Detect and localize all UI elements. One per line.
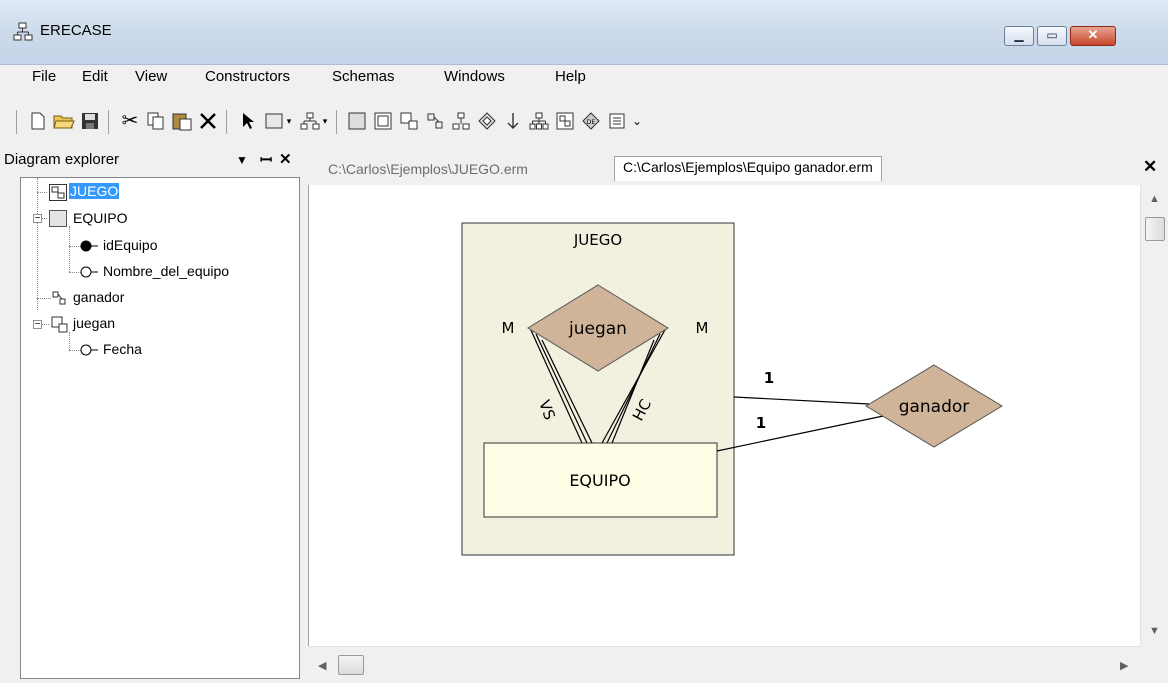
menu-constructors[interactable]: Constructors (205, 68, 290, 85)
relationship-ganador-label: ganador (899, 397, 970, 417)
tree-item-juego[interactable]: JUEGO (69, 183, 120, 199)
close-document-icon[interactable]: ✕ (1143, 157, 1157, 177)
collapse-equipo-icon[interactable]: − (33, 214, 42, 224)
toolbar-separator (226, 110, 227, 134)
menu-help[interactable]: Help (555, 68, 586, 85)
tree-item-ganador[interactable]: ganador (73, 289, 124, 305)
minimize-icon: ▁ (1014, 28, 1024, 42)
hierarchy-tool-dropdown-icon[interactable]: ▾ (319, 110, 331, 132)
connection-equipo-ganador (716, 414, 889, 452)
dropdown-icon[interactable]: ▼ (236, 153, 248, 167)
maximize-button[interactable]: ▭ (1037, 26, 1067, 46)
cut-icon[interactable]: ✂ (118, 110, 142, 132)
tree-item-fecha[interactable]: Fecha (103, 341, 142, 357)
attribute-icon (80, 266, 98, 278)
tree-item-nombre-del-equipo[interactable]: Nombre_del_equipo (103, 263, 229, 279)
save-icon[interactable] (78, 110, 102, 132)
tab-equipo-ganador-erm[interactable]: C:\Carlos\Ejemplos\Equipo ganador.erm (614, 156, 882, 181)
menu-file[interactable]: File (32, 68, 56, 85)
diagram-explorer-tree: − − JUEGO EQUIPO idEquipo Nombre_del_equ… (20, 177, 300, 679)
relationship-icon (52, 291, 66, 305)
relationship-tool-icon[interactable] (397, 110, 421, 132)
explorer-header: Diagram explorer ▼ ꟷ ✕ (0, 148, 300, 174)
toolbar-separator (108, 110, 109, 134)
app-icon (13, 22, 33, 41)
toolbar-grip (16, 110, 17, 134)
connection-juego-ganador (733, 396, 870, 405)
entity-equipo-label: EQUIPO (569, 471, 630, 490)
tree-item-juegan[interactable]: juegan (73, 315, 115, 331)
resize-grip[interactable] (1140, 646, 1168, 683)
copy-icon[interactable] (144, 110, 168, 132)
generalization-tool-icon[interactable] (449, 110, 473, 132)
minimize-button[interactable]: ▁ (1004, 26, 1034, 46)
cardinality-right: M (696, 319, 709, 337)
window-title: ERECASE (40, 22, 112, 39)
menu-view[interactable]: View (135, 68, 167, 85)
vertical-scrollbar[interactable]: ▲ ▼ (1140, 185, 1168, 646)
er-diagram: JUEGO juegan M M VS HC EQUIPO 1 1 ganado… (461, 222, 1003, 556)
diagram-canvas[interactable]: JUEGO juegan M M VS HC EQUIPO 1 1 ganado… (308, 185, 1141, 646)
vertical-scroll-thumb[interactable] (1145, 217, 1165, 241)
aggregation-icon (49, 184, 67, 201)
tree-tool-icon[interactable] (527, 110, 551, 132)
close-window-button[interactable]: ✕ (1070, 26, 1116, 46)
weak-entity-tool-icon[interactable] (345, 110, 369, 132)
arrow-down-tool-icon[interactable] (501, 110, 525, 132)
close-icon: ✕ (1087, 27, 1099, 42)
maximize-icon: ▭ (1046, 28, 1058, 42)
scroll-down-icon[interactable]: ▼ (1149, 625, 1160, 637)
horizontal-scrollbar[interactable]: ◀ ▶ (308, 646, 1140, 683)
scroll-up-icon[interactable]: ▲ (1149, 193, 1160, 205)
tab-juego-erm[interactable]: C:\Carlos\Ejemplos\JUEGO.erm (328, 161, 528, 177)
tree-item-idequipo[interactable]: idEquipo (103, 237, 158, 253)
aggregation-label: JUEGO (573, 231, 622, 249)
attribute-icon (80, 344, 98, 356)
close-icon[interactable]: ✕ (279, 150, 292, 168)
menu-bar: File Edit View Constructors Schemas Wind… (0, 65, 1168, 91)
key-attribute-icon (80, 240, 98, 252)
document-tabs: C:\Carlos\Ejemplos\JUEGO.erm C:\Carlos\E… (308, 152, 1168, 184)
de-tool-icon[interactable]: DE (579, 110, 603, 132)
pin-icon[interactable]: ꟷ (260, 150, 272, 170)
toolbar-separator (336, 110, 337, 134)
role-tool-icon[interactable] (423, 110, 447, 132)
scroll-left-icon[interactable]: ◀ (318, 659, 326, 672)
diamond-tool-icon[interactable] (475, 110, 499, 132)
menu-schemas[interactable]: Schemas (332, 68, 395, 85)
collapse-juegan-icon[interactable]: − (33, 320, 42, 330)
explorer-title: Diagram explorer (4, 151, 120, 168)
menu-windows[interactable]: Windows (444, 68, 505, 85)
new-file-icon[interactable] (26, 110, 50, 132)
cardinality-bottom: 1 (756, 414, 766, 432)
relationship-icon (51, 316, 68, 333)
entity-tool-dropdown-icon[interactable]: ▾ (283, 110, 295, 132)
cardinality-top: 1 (764, 369, 774, 387)
entity-icon (49, 210, 67, 227)
scroll-right-icon[interactable]: ▶ (1120, 659, 1128, 672)
svg-text:DE: DE (587, 119, 596, 126)
cardinality-left: M (502, 319, 515, 337)
delete-icon[interactable] (196, 110, 220, 132)
toolbar-overflow-icon[interactable]: ⌄ (630, 110, 644, 132)
menu-edit[interactable]: Edit (82, 68, 108, 85)
paste-icon[interactable] (170, 110, 194, 132)
tree-item-equipo[interactable]: EQUIPO (73, 210, 127, 226)
association-tool-icon[interactable] (553, 110, 577, 132)
aggregation-tool-icon[interactable] (371, 110, 395, 132)
relationship-juegan-label: juegan (568, 319, 627, 339)
horizontal-scroll-thumb[interactable] (338, 655, 364, 675)
open-folder-icon[interactable] (52, 110, 76, 132)
select-arrow-icon[interactable] (236, 110, 260, 132)
note-tool-icon[interactable] (605, 110, 629, 132)
title-bar: ERECASE ▁ ▭ ✕ (0, 0, 1168, 65)
